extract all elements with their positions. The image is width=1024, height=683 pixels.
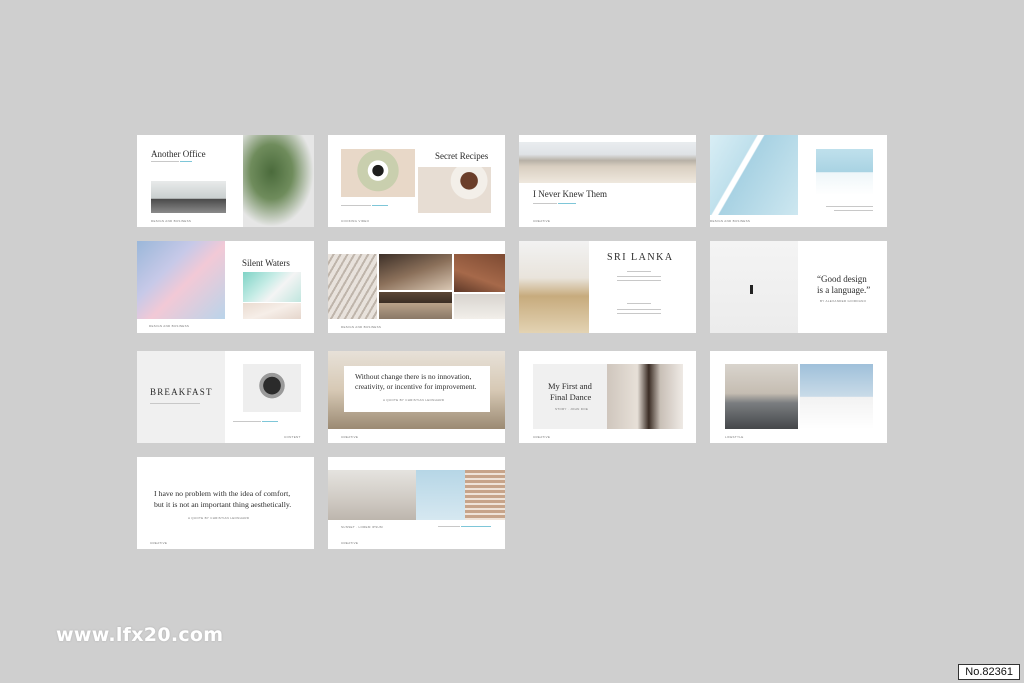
link-text-line: [461, 526, 491, 527]
slide-footer: CONTENT: [284, 435, 301, 439]
slide-subtitle: STORY · JOHN DOE: [555, 407, 589, 411]
slide-good-design-quote[interactable]: “Good design is a language.” BY ALEXANDE…: [710, 241, 887, 333]
person-figure: [750, 285, 753, 294]
slide-footer: LIFESTYLE: [725, 435, 744, 439]
quote-line-1: I have no problem with the idea of comfo…: [154, 489, 291, 498]
quote-line-1: “Good design: [817, 274, 867, 284]
hall-photo: [379, 292, 452, 319]
body-text-line: [826, 206, 873, 207]
quote-line-2: is a language.”: [817, 285, 871, 295]
slide-footer: COOKING VIDEO: [341, 219, 370, 223]
body-text-line: [834, 210, 873, 211]
slide-comfort-quote[interactable]: I have no problem with the idea of comfo…: [137, 457, 314, 549]
body-text-line: [533, 203, 557, 204]
quote-line-2: but it is not an important thing aesthet…: [154, 500, 292, 509]
portrait-photo: [519, 241, 589, 333]
slide-title: Another Office: [151, 149, 206, 159]
body-text-line: [438, 526, 460, 527]
quote-line-1: Without change there is no innovation,: [355, 372, 472, 381]
body-text-line: [341, 205, 371, 206]
slide-sri-lanka[interactable]: SRI LANKA: [519, 241, 696, 333]
stairs-photo: [328, 254, 377, 319]
building-detail-photo: [816, 149, 873, 195]
slide-innovation-quote[interactable]: Without change there is no innovation, c…: [328, 351, 505, 443]
slide-footer: DESIGN AND BUSINESS: [341, 325, 382, 329]
quote-attribution: A QUOTE BY CHRISTIAN LEONHARD: [188, 516, 250, 520]
car-photo: [725, 364, 798, 429]
slide-lifestyle[interactable]: LIFESTYLE: [710, 351, 887, 443]
body-text-line: [233, 421, 261, 422]
body-text-line: [617, 276, 661, 277]
water-photo: [137, 241, 225, 319]
slide-footer: CREATIVE: [150, 541, 168, 545]
quote-attribution: A QUOTE BY CHRISTIAN LEONHARD: [383, 398, 445, 402]
spiral-photo: [379, 254, 452, 290]
watermark-text: www.lfx20.com: [56, 624, 224, 646]
slide-title: BREAKFAST: [150, 387, 213, 397]
sand-photo: [243, 303, 301, 319]
hand-photo: [243, 364, 301, 412]
subheading-line: [627, 271, 651, 272]
title-line-2: Final Dance: [550, 392, 592, 402]
slide-title: SRI LANKA: [607, 252, 674, 263]
body-text-line: [617, 280, 661, 281]
slide-architecture[interactable]: DESIGN AND BUSINESS: [710, 135, 887, 227]
office-photo: [151, 181, 226, 213]
slide-footer: CREATIVE: [533, 219, 551, 223]
building-photo: [710, 135, 798, 215]
slide-first-dance[interactable]: My First and Final Dance STORY · JOHN DO…: [519, 351, 696, 443]
body-text-line: [150, 403, 200, 404]
quote-attribution: BY ALEXANDER GIORDANO: [820, 299, 867, 303]
link-text-line: [180, 161, 192, 162]
beach-photo: [519, 142, 696, 183]
food-photo: [341, 149, 415, 197]
slide-footer: DESIGN AND BUSINESS: [149, 324, 190, 328]
palm-photo: [800, 364, 873, 429]
body-text-line: [617, 313, 661, 314]
slide-footer: DESIGN AND BUSINESS: [710, 219, 751, 223]
slide-footer: CREATIVE: [341, 435, 359, 439]
subheading-line: [627, 303, 651, 304]
sky-photo: [416, 470, 465, 520]
slide-i-never-knew-them[interactable]: I Never Knew Them CREATIVE: [519, 135, 696, 227]
slide-silent-waters[interactable]: Silent Waters DESIGN AND BUSINESS: [137, 241, 314, 333]
slide-sunset[interactable]: SUNSET · LOREM IPSUM CREATIVE: [328, 457, 505, 549]
slide-title: Silent Waters: [242, 258, 290, 268]
item-number-badge: No.82361: [958, 664, 1020, 680]
stairs-photo: [328, 470, 416, 520]
link-text-line: [262, 421, 278, 422]
slide-breakfast[interactable]: BREAKFAST CONTENT: [137, 351, 314, 443]
chair-photo: [454, 294, 505, 319]
plant-photo: [243, 135, 314, 227]
slide-footer: CREATIVE: [341, 541, 359, 545]
slide-gallery[interactable]: DESIGN AND BUSINESS: [328, 241, 505, 333]
title-line-1: My First and: [548, 381, 592, 391]
slide-footer: CREATIVE: [533, 435, 551, 439]
slide-footer: DESIGN AND BUSINESS: [151, 219, 192, 223]
coffee-photo: [418, 167, 491, 213]
link-text-line: [558, 203, 576, 204]
slide-title: Secret Recipes: [435, 151, 489, 161]
body-text-line: [617, 309, 661, 310]
slide-title: I Never Knew Them: [533, 189, 608, 199]
slide-secret-recipes[interactable]: Secret Recipes COOKING VIDEO: [328, 135, 505, 227]
body-text-line: [151, 161, 179, 162]
snow-photo: [710, 241, 798, 333]
brown-photo: [454, 254, 505, 292]
quote-line-2: creativity, or incentive for improvement…: [355, 382, 477, 391]
dance-photo: [607, 364, 683, 429]
tower-photo: [465, 470, 505, 520]
slide-subtitle: SUNSET · LOREM IPSUM: [341, 525, 383, 529]
aerial-photo: [243, 272, 301, 302]
link-text-line: [372, 205, 388, 206]
slide-another-office[interactable]: Another Office DESIGN AND BUSINESS: [137, 135, 314, 227]
